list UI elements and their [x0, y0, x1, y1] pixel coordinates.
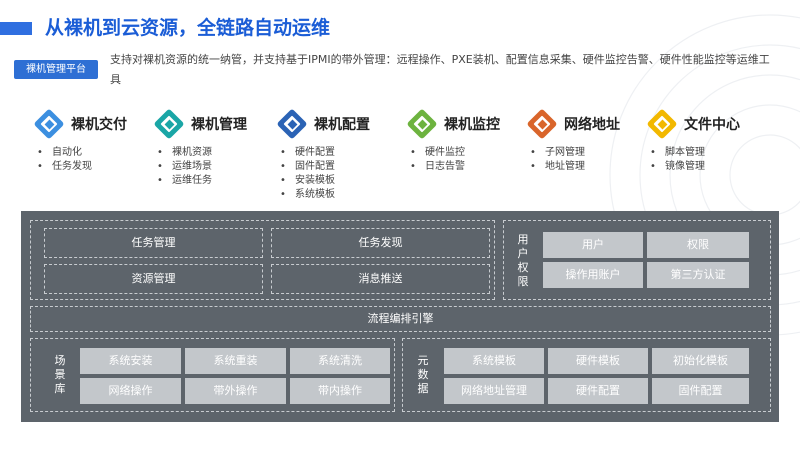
feature-list-item: 运维场景: [152, 160, 277, 174]
feature-title: 文件中心: [684, 117, 740, 133]
page-title: 从裸机到云资源，全链路自动运维: [45, 17, 331, 39]
feature-configuration: 裸机配置硬件配置固件配置安装模板系统模板: [275, 106, 400, 202]
architecture-panel: 任务管理 任务发现 资源管理 消息推送 用户权限 用户 权限 操作用账户 第三方…: [21, 211, 779, 422]
feature-header: 文件中心: [645, 106, 770, 142]
metadata-item: 固件配置: [652, 378, 749, 404]
metadata-item: 硬件模板: [548, 348, 648, 374]
feature-list: 硬件配置固件配置安装模板系统模板: [275, 146, 400, 202]
feature-title: 裸机监控: [444, 117, 500, 133]
feature-list-item: 任务发现: [32, 160, 157, 174]
cell-message-push: 消息推送: [271, 264, 490, 294]
scenario-item: 系统安装: [80, 348, 181, 374]
feature-list: 子网管理地址管理: [525, 146, 650, 174]
feature-header: 裸机交付: [32, 106, 157, 142]
feature-list: 自动化任务发现: [32, 146, 157, 174]
feature-header: 裸机管理: [152, 106, 277, 142]
platform-badge: 裸机管理平台: [14, 60, 98, 79]
auth-item-permission: 权限: [647, 232, 749, 258]
cell-resource-management: 资源管理: [44, 264, 263, 294]
metadata-item: 初始化模板: [652, 348, 749, 374]
diamond-icon: [645, 107, 679, 141]
feature-list-item: 系统模板: [275, 188, 400, 202]
feature-title: 网络地址: [564, 117, 620, 133]
feature-list-item: 裸机资源: [152, 146, 277, 160]
diamond-icon: [32, 107, 66, 141]
scenario-library-label: 场景库: [54, 354, 66, 395]
scenario-item: 系统清洗: [290, 348, 390, 374]
metadata-item: 网络地址管理: [444, 378, 544, 404]
title-accent-bar: [0, 22, 32, 35]
metadata-item: 硬件配置: [548, 378, 648, 404]
diamond-icon: [152, 107, 186, 141]
feature-network-address: 网络地址子网管理地址管理: [525, 106, 650, 174]
metadata-item: 系统模板: [444, 348, 544, 374]
diamond-icon: [525, 107, 559, 141]
feature-monitoring: 裸机监控硬件监控日志告警: [405, 106, 530, 174]
feature-list-item: 运维任务: [152, 174, 277, 188]
feature-header: 裸机监控: [405, 106, 530, 142]
auth-label: 用户权限: [517, 233, 529, 288]
feature-list-item: 硬件配置: [275, 146, 400, 160]
feature-list-item: 固件配置: [275, 160, 400, 174]
feature-list-item: 日志告警: [405, 160, 530, 174]
feature-list-item: 脚本管理: [645, 146, 770, 160]
feature-list: 硬件监控日志告警: [405, 146, 530, 174]
feature-list: 裸机资源运维场景运维任务: [152, 146, 277, 188]
diamond-icon: [275, 107, 309, 141]
cell-task-discovery: 任务发现: [271, 228, 490, 258]
diamond-icon: [405, 107, 439, 141]
feature-list-item: 地址管理: [525, 160, 650, 174]
feature-title: 裸机交付: [71, 117, 127, 133]
feature-list-item: 安装模板: [275, 174, 400, 188]
workflow-engine: 流程编排引擎: [30, 306, 771, 332]
scenario-item: 带外操作: [185, 378, 286, 404]
feature-list: 脚本管理镜像管理: [645, 146, 770, 174]
feature-header: 网络地址: [525, 106, 650, 142]
feature-title: 裸机管理: [191, 117, 247, 133]
feature-management: 裸机管理裸机资源运维场景运维任务: [152, 106, 277, 188]
feature-header: 裸机配置: [275, 106, 400, 142]
auth-item-third-party-auth: 第三方认证: [647, 262, 749, 288]
feature-list-item: 子网管理: [525, 146, 650, 160]
feature-list-item: 硬件监控: [405, 146, 530, 160]
scenario-item: 网络操作: [80, 378, 181, 404]
feature-list-item: 自动化: [32, 146, 157, 160]
scenario-item: 带内操作: [290, 378, 390, 404]
feature-title: 裸机配置: [314, 117, 370, 133]
feature-delivery: 裸机交付自动化任务发现: [32, 106, 157, 174]
cell-task-management: 任务管理: [44, 228, 263, 258]
auth-item-operator-account: 操作用账户: [543, 262, 643, 288]
platform-description: 支持对裸机资源的统一纳管，并支持基于IPMI的带外管理：远程操作、PXE装机、配…: [110, 53, 770, 86]
metadata-label: 元数据: [417, 354, 429, 395]
feature-list-item: 镜像管理: [645, 160, 770, 174]
feature-file-center: 文件中心脚本管理镜像管理: [645, 106, 770, 174]
auth-item-user: 用户: [543, 232, 643, 258]
scenario-item: 系统重装: [185, 348, 286, 374]
